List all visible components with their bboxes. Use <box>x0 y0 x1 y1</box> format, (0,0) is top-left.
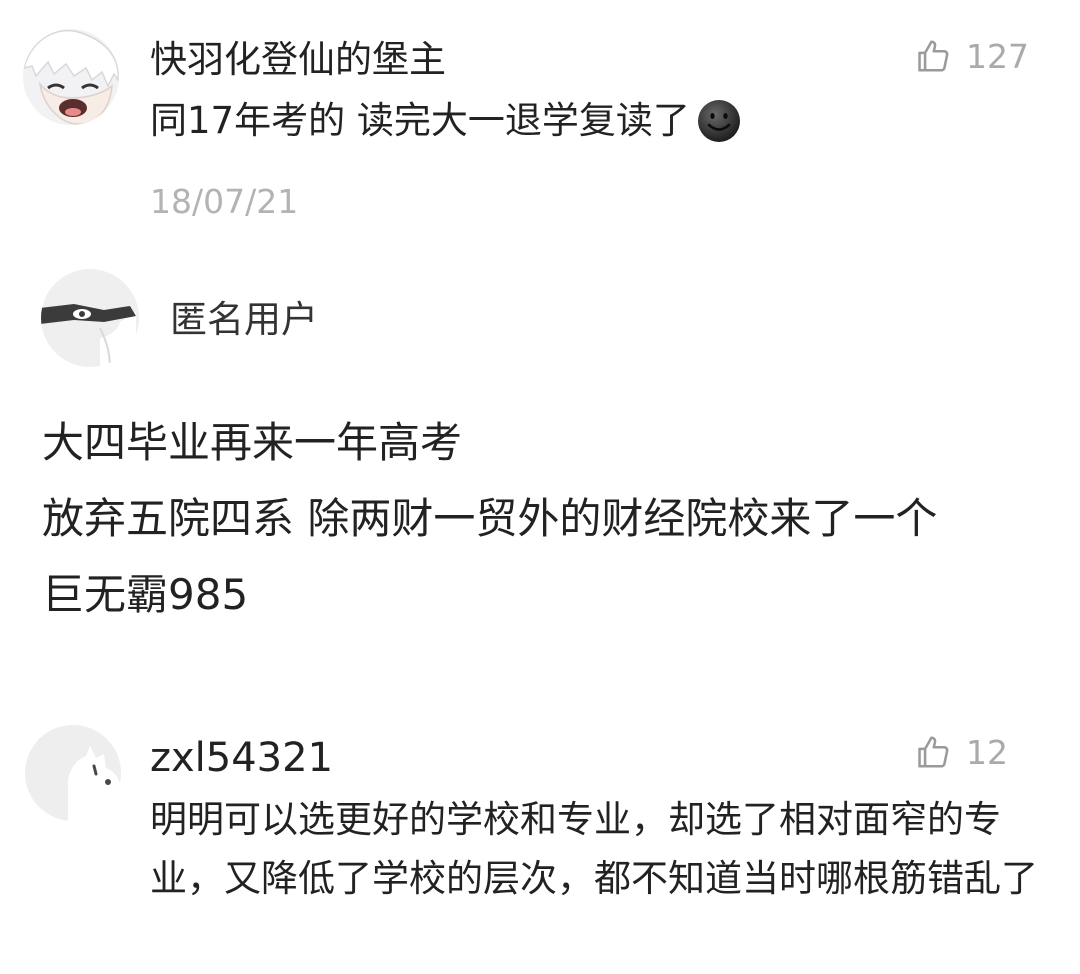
comment-list: 快羽化登仙的堡主 127 同17年考的 读完大一退学复读了 18/07/21 匿… <box>0 0 1080 974</box>
thumbs-up-icon <box>914 37 952 75</box>
user-avatar[interactable] <box>22 28 120 126</box>
comment-text: 明明可以选更好的学校和专业，却选了相对面窄的专业，又降低了学校的层次，都不知道当… <box>150 798 1038 900</box>
thumbs-up-icon <box>914 733 952 771</box>
username[interactable]: 快羽化登仙的堡主 <box>150 38 446 82</box>
comment-line: 巨无霸985 <box>42 570 249 619</box>
comment-line: 大四毕业再来一年高考 <box>42 418 463 467</box>
dark-smiley-emoji-icon <box>696 98 742 144</box>
like-button[interactable]: 127 <box>914 34 1029 78</box>
comment-text: 大四毕业再来一年高考 放弃五院四系 除两财一贸外的财经院校来了一个 巨无霸985 <box>42 412 1052 626</box>
comment-date: 18/07/21 <box>150 182 299 221</box>
like-count: 12 <box>966 732 1008 772</box>
comment-line: 放弃五院四系 除两财一贸外的财经院校来了一个 <box>42 494 938 543</box>
like-count: 127 <box>966 36 1029 76</box>
comment-text-content: 同17年考的 读完大一退学复读了 <box>150 99 690 142</box>
like-button[interactable]: 12 <box>914 730 1008 774</box>
username[interactable]: 匿名用户 <box>170 298 318 342</box>
default-dog-avatar-icon[interactable] <box>24 724 122 822</box>
anonymous-avatar[interactable] <box>40 268 140 368</box>
username[interactable]: zxl54321 <box>150 734 333 782</box>
comment-text: 同17年考的 读完大一退学复读了 <box>150 98 742 144</box>
